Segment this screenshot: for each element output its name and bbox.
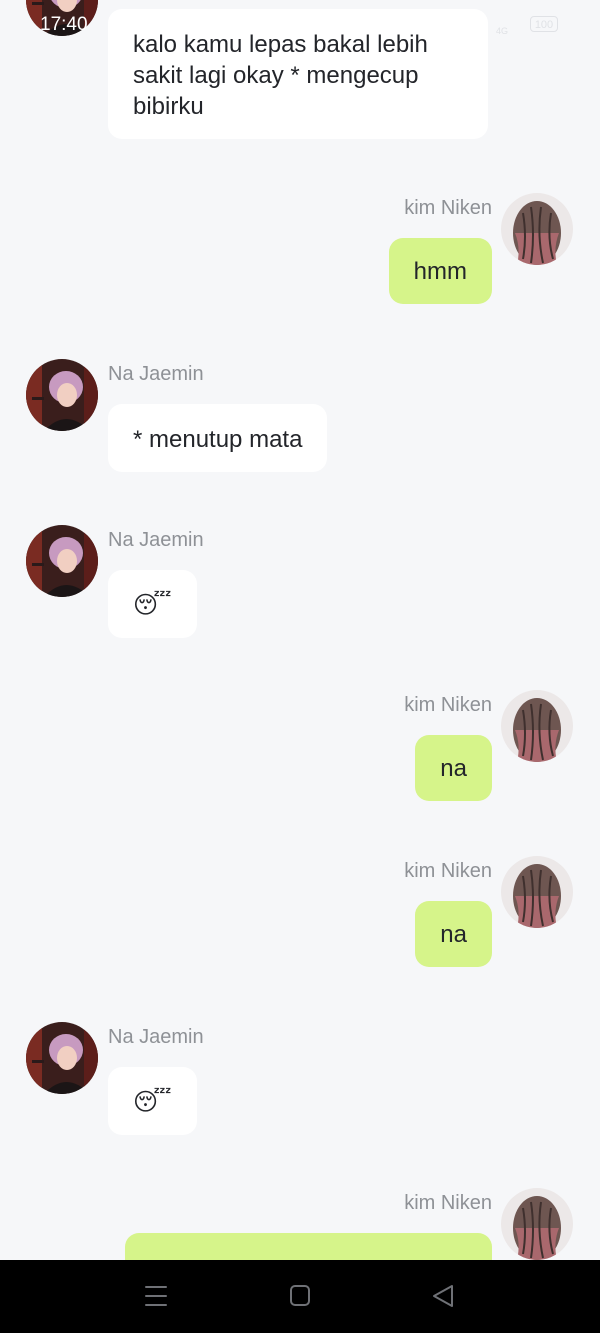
avatar-photo — [501, 1188, 573, 1260]
message-text: na — [440, 921, 467, 948]
avatar-kim-niken[interactable] — [501, 856, 573, 928]
avatar-photo — [501, 193, 573, 265]
avatar-photo — [26, 359, 98, 431]
message-bubble[interactable]: 😴 — [108, 570, 197, 638]
message-text: na — [440, 755, 467, 782]
avatar-photo — [501, 690, 573, 762]
message-text: * menutup mata — [133, 426, 303, 453]
avatar-photo — [501, 856, 573, 928]
signal-icon: 4G — [496, 26, 509, 36]
message-bubble[interactable] — [125, 1233, 492, 1260]
system-navigation-bar — [0, 1260, 600, 1333]
sender-name: kim Niken — [404, 860, 492, 882]
back-icon[interactable] — [423, 1278, 463, 1314]
sender-name: Na Jaemin — [108, 529, 204, 551]
chat-area[interactable]: kalo kamu lepas bakal lebih sakit lagi o… — [0, 0, 600, 1260]
message-bubble[interactable]: na — [415, 735, 492, 801]
avatar-na-jaemin[interactable] — [26, 525, 98, 597]
sleeping-face-icon: 😴 — [133, 591, 172, 619]
avatar-kim-niken[interactable] — [501, 1188, 573, 1260]
sleeping-face-icon: 😴 — [133, 1088, 172, 1116]
sender-name: kim Niken — [404, 197, 492, 219]
avatar-photo — [26, 1022, 98, 1094]
avatar-photo — [26, 525, 98, 597]
battery-icon: 100 — [530, 16, 558, 32]
sender-name: Na Jaemin — [108, 1026, 204, 1048]
status-time: 17:40 — [40, 14, 88, 35]
sender-name: kim Niken — [404, 694, 492, 716]
message-bubble[interactable]: * menutup mata — [108, 404, 328, 472]
sender-name: Na Jaemin — [108, 363, 204, 385]
message-text: hmm — [413, 258, 467, 285]
sender-name: kim Niken — [404, 1192, 492, 1214]
message-bubble[interactable]: hmm — [388, 238, 492, 304]
avatar-kim-niken[interactable] — [501, 690, 573, 762]
status-bar: 17:40 4G 100 — [0, 0, 600, 52]
avatar-na-jaemin[interactable] — [26, 359, 98, 431]
home-icon[interactable] — [280, 1278, 320, 1314]
avatar-na-jaemin[interactable] — [26, 1022, 98, 1094]
menu-icon[interactable] — [136, 1278, 176, 1314]
avatar-kim-niken[interactable] — [501, 193, 573, 265]
message-bubble[interactable]: 😴 — [108, 1067, 197, 1135]
message-bubble[interactable]: na — [415, 901, 492, 967]
